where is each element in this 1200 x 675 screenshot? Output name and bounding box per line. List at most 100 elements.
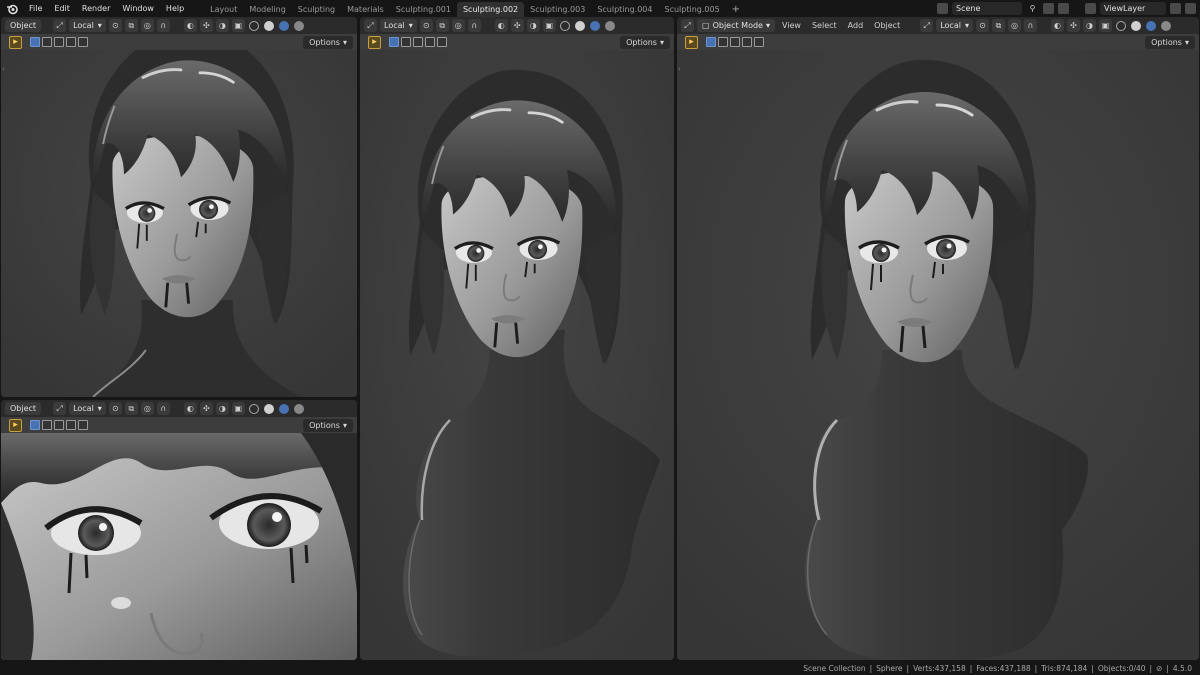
- mode-select[interactable]: Object: [5, 19, 42, 32]
- shading-rendered-icon[interactable]: [293, 403, 304, 414]
- menu-select[interactable]: Select: [808, 21, 841, 30]
- mode-select[interactable]: ▢ Object Mode ▾: [697, 19, 775, 32]
- falloff-icon[interactable]: ∩: [1023, 19, 1037, 32]
- shading-material-icon[interactable]: [278, 20, 289, 31]
- select-invert-icon[interactable]: [742, 37, 752, 47]
- pivot-icon[interactable]: ⊙: [975, 19, 989, 32]
- shading-solid-icon[interactable]: [1130, 20, 1141, 31]
- overlay-icon[interactable]: ◑: [215, 19, 229, 32]
- snap-icon[interactable]: ⧉: [124, 19, 138, 32]
- orientation-icon[interactable]: ⤢: [53, 19, 67, 32]
- options-button[interactable]: Options ▾: [620, 36, 670, 49]
- blender-logo-icon[interactable]: [6, 3, 18, 15]
- falloff-icon[interactable]: ∩: [467, 19, 481, 32]
- pivot-icon[interactable]: ⊙: [108, 19, 122, 32]
- viewport-canvas[interactable]: [677, 50, 1199, 660]
- visibility-icon[interactable]: ◐: [183, 19, 197, 32]
- xray-icon[interactable]: ▣: [1098, 19, 1112, 32]
- shading-material-icon[interactable]: [278, 403, 289, 414]
- orientation-select[interactable]: Local ▾: [69, 19, 106, 32]
- viewport-canvas[interactable]: [1, 50, 357, 397]
- xray-icon[interactable]: ▣: [231, 402, 245, 415]
- menu-help[interactable]: Help: [160, 0, 190, 17]
- add-workspace-button[interactable]: +: [726, 2, 746, 17]
- select-invert-icon[interactable]: [66, 37, 76, 47]
- orientation-icon[interactable]: ⤢: [920, 19, 934, 32]
- toolbar-toggle-icon[interactable]: ›: [2, 65, 5, 73]
- tab-materials[interactable]: Materials: [341, 2, 390, 17]
- shading-solid-icon[interactable]: [263, 403, 274, 414]
- editor-type-icon[interactable]: ⤢: [681, 19, 694, 32]
- shading-material-icon[interactable]: [1145, 20, 1156, 31]
- falloff-icon[interactable]: ∩: [156, 19, 170, 32]
- delete-icon[interactable]: [1058, 3, 1069, 14]
- select-intersect-icon[interactable]: [78, 420, 88, 430]
- shading-wireframe-icon[interactable]: [1115, 20, 1126, 31]
- visibility-icon[interactable]: ◐: [1050, 19, 1064, 32]
- snap-icon[interactable]: ⧉: [435, 19, 449, 32]
- network-icon[interactable]: ⊘: [1156, 664, 1162, 673]
- select-extend-icon[interactable]: [718, 37, 728, 47]
- select-intersect-icon[interactable]: [437, 37, 447, 47]
- select-invert-icon[interactable]: [425, 37, 435, 47]
- select-tool-icon[interactable]: ▸: [9, 35, 22, 49]
- gizmo-icon[interactable]: ✣: [1066, 19, 1080, 32]
- tab-sculpting-004[interactable]: Sculpting.004: [591, 2, 658, 17]
- shading-rendered-icon[interactable]: [604, 20, 615, 31]
- select-intersect-icon[interactable]: [78, 37, 88, 47]
- visibility-icon[interactable]: ◐: [183, 402, 197, 415]
- overlay-icon[interactable]: ◑: [1082, 19, 1096, 32]
- scene-field[interactable]: Scene: [952, 2, 1022, 15]
- select-extend-icon[interactable]: [401, 37, 411, 47]
- orientation-select[interactable]: Local ▾: [69, 402, 106, 415]
- view-layer-field[interactable]: ViewLayer: [1100, 2, 1166, 15]
- shading-material-icon[interactable]: [589, 20, 600, 31]
- tab-sculpting-002[interactable]: Sculpting.002: [456, 1, 525, 17]
- select-subtract-icon[interactable]: [413, 37, 423, 47]
- pin-icon[interactable]: ⚲: [1026, 2, 1039, 15]
- gizmo-icon[interactable]: ✣: [510, 19, 524, 32]
- shading-wireframe-icon[interactable]: [248, 20, 259, 31]
- options-button[interactable]: Options ▾: [1145, 36, 1195, 49]
- tab-sculpting-001[interactable]: Sculpting.001: [390, 2, 457, 17]
- menu-edit[interactable]: Edit: [48, 0, 76, 17]
- select-subtract-icon[interactable]: [54, 420, 64, 430]
- proportional-icon[interactable]: ◎: [140, 19, 154, 32]
- shading-wireframe-icon[interactable]: [248, 403, 259, 414]
- select-extend-icon[interactable]: [42, 37, 52, 47]
- tab-layout[interactable]: Layout: [204, 2, 243, 17]
- delete-view-layer-icon[interactable]: [1185, 3, 1196, 14]
- select-new-icon[interactable]: [706, 37, 716, 47]
- overlay-icon[interactable]: ◑: [526, 19, 540, 32]
- snap-icon[interactable]: ⧉: [124, 402, 138, 415]
- tab-modeling[interactable]: Modeling: [243, 2, 291, 17]
- orientation-select[interactable]: Local ▾: [380, 19, 417, 32]
- overlay-icon[interactable]: ◑: [215, 402, 229, 415]
- viewport-right[interactable]: ⤢ ▢ Object Mode ▾ View Select Add Object ⤢…: [677, 17, 1199, 660]
- viewport-bottom-left[interactable]: Object ⤢ Local ▾ ⊙ ⧉ ◎ ∩ ◐ ✣ ◑ ▣ ▸ Option…: [1, 400, 357, 660]
- pivot-icon[interactable]: ⊙: [108, 402, 122, 415]
- visibility-icon[interactable]: ◐: [494, 19, 508, 32]
- shading-wireframe-icon[interactable]: [559, 20, 570, 31]
- shading-solid-icon[interactable]: [263, 20, 274, 31]
- select-intersect-icon[interactable]: [754, 37, 764, 47]
- falloff-icon[interactable]: ∩: [156, 402, 170, 415]
- shading-solid-icon[interactable]: [574, 20, 585, 31]
- tab-sculpting-005[interactable]: Sculpting.005: [658, 2, 725, 17]
- options-button[interactable]: Options ▾: [303, 36, 353, 49]
- viewport-canvas[interactable]: [360, 50, 674, 660]
- select-tool-icon[interactable]: ▸: [9, 418, 22, 432]
- proportional-icon[interactable]: ◎: [1007, 19, 1021, 32]
- gizmo-icon[interactable]: ✣: [199, 19, 213, 32]
- new-view-layer-icon[interactable]: [1170, 3, 1181, 14]
- tab-sculpting[interactable]: Sculpting: [292, 2, 341, 17]
- menu-add[interactable]: Add: [844, 21, 868, 30]
- xray-icon[interactable]: ▣: [542, 19, 556, 32]
- shading-rendered-icon[interactable]: [1160, 20, 1171, 31]
- select-new-icon[interactable]: [30, 37, 40, 47]
- menu-window[interactable]: Window: [116, 0, 160, 17]
- select-invert-icon[interactable]: [66, 420, 76, 430]
- menu-render[interactable]: Render: [76, 0, 116, 17]
- mode-select[interactable]: Object: [5, 402, 42, 415]
- viewport-middle[interactable]: ⤢ Local ▾ ⊙ ⧉ ◎ ∩ ◐ ✣ ◑ ▣ ▸ Options ▾: [360, 17, 674, 660]
